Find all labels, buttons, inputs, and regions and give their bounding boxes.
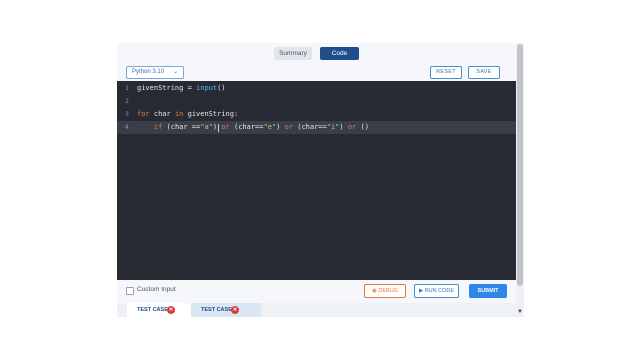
line-number: 3 xyxy=(125,110,129,118)
line-number: 1 xyxy=(125,84,129,92)
bug-icon: ◉ xyxy=(372,288,377,294)
view-tabs: Summary Code xyxy=(117,46,517,62)
code-editor[interactable]: 1 givenString = input() 2 3 for char in give… xyxy=(117,81,517,280)
run-code-label: RUN CODE xyxy=(424,288,455,294)
line-text: for char in givenString: xyxy=(137,110,239,118)
line-text: if (char =="a") or (char=="e") or (char=… xyxy=(153,123,369,131)
chevron-down-icon: ⌄ xyxy=(172,69,178,75)
tab-test-case-1[interactable]: TEST CASE 1 ✕ xyxy=(127,303,197,317)
debug-label: DEBUG xyxy=(378,288,398,294)
code-line[interactable]: 4 if (char =="a") or (char=="e") or (cha… xyxy=(117,121,517,134)
line-text: givenString = input() xyxy=(137,84,226,92)
tab-code[interactable]: Code xyxy=(320,47,359,60)
scrollbar-thumb[interactable] xyxy=(517,44,523,286)
debug-button[interactable]: ◉ DEBUG xyxy=(364,284,406,298)
action-bar: Custom Input ◉ DEBUG ▶ RUN CODE SUBMIT xyxy=(117,280,517,302)
close-circle-icon: ✕ xyxy=(231,306,239,314)
submit-button[interactable]: SUBMIT xyxy=(469,284,507,298)
test-case-tabs: TEST CASE 1 ✕ TEST CASE 2 ✕ xyxy=(117,303,517,317)
play-icon: ▶ xyxy=(418,288,424,294)
line-number: 4 xyxy=(125,123,129,131)
run-code-button[interactable]: ▶ RUN CODE xyxy=(414,284,459,298)
code-line[interactable]: 1 givenString = input() xyxy=(117,82,517,95)
code-line[interactable]: 2 xyxy=(117,95,517,108)
close-circle-icon: ✕ xyxy=(167,306,175,314)
save-button[interactable]: SAVE xyxy=(468,66,500,79)
text-cursor-icon xyxy=(218,124,219,132)
code-line[interactable]: 3 for char in givenString: xyxy=(117,108,517,121)
custom-input-label: Custom Input xyxy=(137,286,176,293)
language-select[interactable]: Python 3.10 ⌄ xyxy=(126,66,184,79)
code-panel: Summary Code Python 3.10 ⌄ RESET SAVE 1g… xyxy=(117,43,517,317)
language-label: Python 3.10 xyxy=(132,69,165,75)
reset-button[interactable]: RESET xyxy=(430,66,462,79)
editor-toolbar: Python 3.10 ⌄ RESET SAVE xyxy=(117,65,517,81)
tab-test-case-2[interactable]: TEST CASE 2 ✕ xyxy=(191,303,261,317)
scroll-down-icon[interactable]: ▼ xyxy=(516,308,524,316)
line-number: 2 xyxy=(125,97,129,105)
custom-input-checkbox[interactable] xyxy=(126,287,134,295)
tab-summary[interactable]: Summary xyxy=(274,47,312,60)
